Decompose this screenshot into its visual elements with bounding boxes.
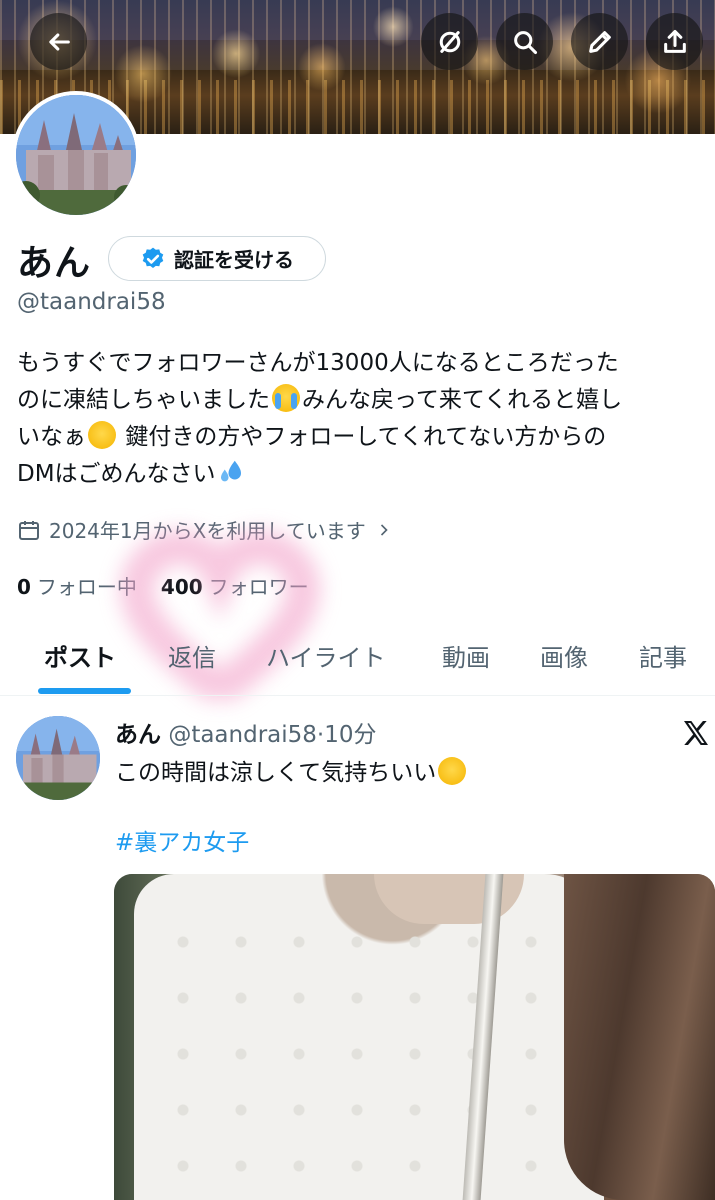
edit-icon — [588, 30, 611, 53]
photo-shirt-pattern — [154, 914, 574, 1194]
joined-text: 2024年1月からXを利用しています — [49, 519, 366, 543]
mute-button[interactable] — [421, 13, 478, 70]
search-icon — [513, 30, 537, 54]
chevron-right-icon — [380, 523, 388, 536]
followers-count: 400 — [160, 575, 203, 599]
tab-articles[interactable]: 記事 — [639, 638, 687, 673]
active-tab-indicator — [38, 688, 131, 694]
crying-face-emoji — [272, 384, 300, 412]
post-photo[interactable] — [114, 874, 715, 1200]
share-icon — [663, 29, 686, 53]
bio-line: DMはごめんなさい — [17, 456, 707, 493]
bio-text: DMはごめんなさい — [17, 461, 216, 487]
profile-avatar[interactable] — [12, 91, 140, 219]
profile-handle: @taandrai58 — [17, 289, 166, 315]
followers-link[interactable]: 400 フォロワー — [161, 571, 309, 600]
edit-button[interactable] — [571, 13, 628, 70]
joined-date[interactable]: 2024年1月からXを利用しています — [17, 515, 394, 544]
get-verified-label: 認証を受ける — [174, 248, 294, 272]
tab-posts[interactable]: ポスト — [44, 638, 116, 673]
post-header: あん @taandrai58·10分 — [115, 715, 377, 749]
post-author-name[interactable]: あん — [115, 722, 161, 748]
tab-images[interactable]: 画像 — [540, 638, 588, 673]
calendar-icon — [19, 520, 39, 540]
following-label: フォロー中 — [36, 575, 137, 599]
verified-badge-icon — [142, 247, 164, 268]
sweat-droplets-emoji — [220, 460, 241, 482]
castle-image — [16, 716, 100, 800]
search-button[interactable] — [496, 13, 553, 70]
bio-text: いなぁ — [17, 424, 86, 450]
following-link[interactable]: 0 フォロー中 — [17, 571, 137, 600]
bio-line: のに凍結しちゃいました みんな戻って来てくれると嬉し — [17, 382, 707, 419]
profile-bio: もうすぐでフォロワーさんが13000人になるところだった のに凍結しちゃいました… — [17, 345, 707, 493]
get-verified-button[interactable]: 認証を受ける — [108, 236, 326, 281]
post-text: この時間は涼しくて気持ちいい — [115, 753, 468, 787]
tab-videos[interactable]: 動画 — [442, 638, 490, 673]
grinning-squinting-face-emoji — [438, 757, 467, 785]
following-count: 0 — [17, 575, 31, 599]
profile-tabs: ポスト 返信 ハイライト 動画 画像 記事 — [0, 630, 715, 696]
x-logo-icon — [684, 721, 708, 745]
bio-text: 鍵付きの方やフォローしてくれてない方からの — [125, 424, 607, 450]
followers-label: フォロワー — [208, 575, 309, 599]
castle-image — [16, 95, 136, 215]
post-text-content: この時間は涼しくて気持ちいい — [115, 760, 437, 786]
tab-highlights[interactable]: ハイライト — [266, 638, 386, 673]
follow-stats: 0 フォロー中 400 フォロワー — [17, 571, 309, 600]
back-icon — [48, 32, 70, 51]
post-time[interactable]: 10分 — [324, 722, 376, 748]
back-button[interactable] — [30, 13, 87, 70]
photo-hair — [564, 874, 715, 1200]
post-avatar[interactable] — [16, 716, 100, 800]
bio-text: のに凍結しちゃいました — [17, 387, 270, 413]
bio-line: いなぁ 鍵付きの方やフォローしてくれてない方からの — [17, 419, 707, 456]
bio-line: もうすぐでフォロワーさんが13000人になるところだった — [17, 350, 619, 376]
tab-replies[interactable]: 返信 — [168, 638, 216, 673]
bio-text: みんな戻って来てくれると嬉し — [302, 387, 623, 413]
post-author-handle[interactable]: @taandrai58 — [168, 722, 317, 748]
share-button[interactable] — [646, 13, 703, 70]
post-hashtag[interactable]: #裏アカ女子 — [115, 823, 249, 857]
mute-icon — [439, 30, 460, 53]
profile-name: あん — [17, 243, 92, 284]
pleading-face-emoji — [88, 421, 116, 449]
